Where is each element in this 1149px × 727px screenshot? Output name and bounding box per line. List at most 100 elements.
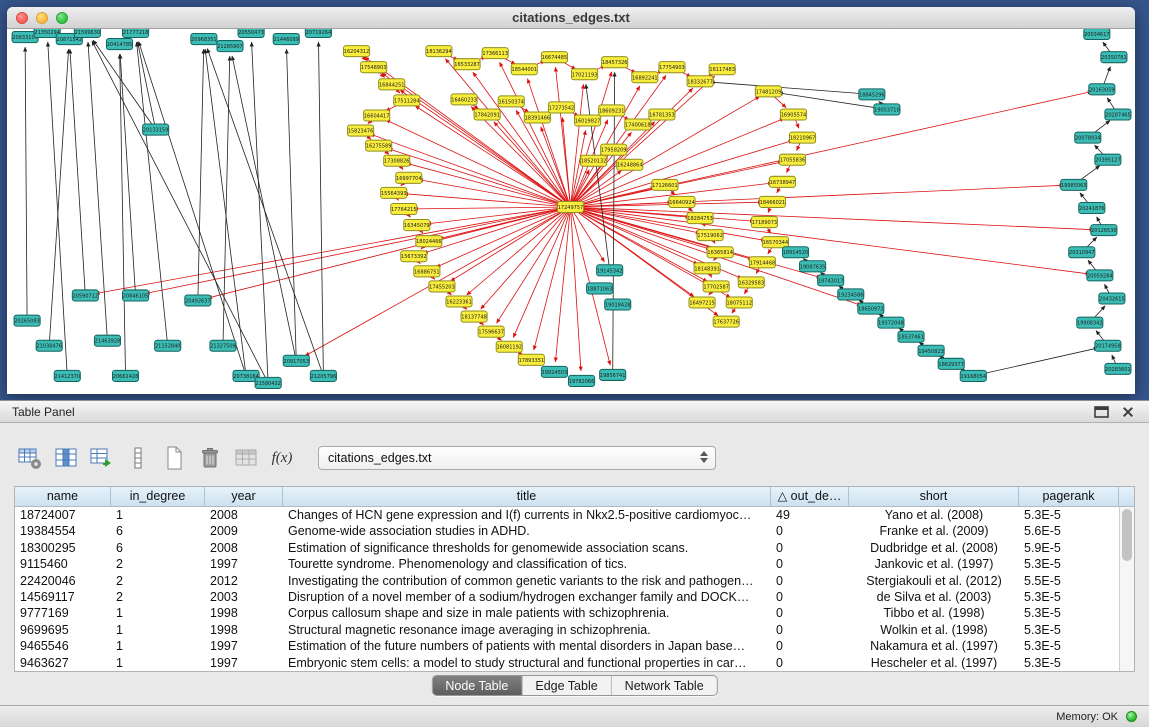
graph-node[interactable]: 18845296 (859, 89, 885, 100)
table-row[interactable]: 969969511998Structural magnetic resonanc… (15, 622, 1119, 638)
graph-node[interactable]: 16019827 (575, 115, 601, 126)
column-header[interactable]: short (849, 487, 1019, 506)
graph-node[interactable]: 18210967 (789, 132, 815, 143)
graph-node[interactable]: 18466021 (759, 196, 785, 207)
graph-node[interactable]: 17754903 (659, 62, 685, 73)
graph-node[interactable]: 17455203 (429, 281, 455, 292)
graph-node[interactable]: 20590712 (72, 290, 98, 301)
network-view-window[interactable]: citations_edges.txt 17249757162043121754… (7, 7, 1135, 394)
graph-node[interactable]: 16674485 (541, 52, 567, 63)
graph-node[interactable]: 17366113 (482, 48, 508, 59)
graph-node[interactable]: 16329583 (738, 277, 764, 288)
graph-node[interactable]: 19782066 (568, 375, 594, 386)
graph-node[interactable]: 17400618 (625, 119, 651, 130)
graph-node[interactable]: 19450823 (918, 345, 944, 356)
graph-node[interactable]: 20174958 (1095, 340, 1121, 351)
graph-node[interactable]: 17893351 (518, 354, 544, 365)
graph-node[interactable]: 19372048 (878, 317, 904, 328)
graph-node[interactable]: 16844251 (379, 79, 405, 90)
graph-node[interactable]: 19145342 (597, 265, 623, 276)
graph-node[interactable]: 20719264 (305, 29, 331, 38)
graph-node[interactable]: 18391466 (524, 112, 550, 123)
table-row[interactable]: 1938455462009Genome-wide association stu… (15, 523, 1119, 539)
tab-edge-table[interactable]: Edge Table (522, 676, 611, 695)
column-header[interactable]: in_degree (111, 487, 205, 506)
graph-node[interactable]: 18914520 (782, 247, 808, 258)
graph-node[interactable]: 15673392 (401, 251, 427, 262)
graph-node[interactable]: 17764215 (391, 203, 417, 214)
graph-node[interactable]: 21285907 (217, 41, 243, 52)
graph-node[interactable]: 17842091 (474, 109, 500, 120)
graph-node[interactable]: 20078934 (1075, 132, 1101, 143)
graph-node[interactable]: 18148391 (694, 263, 720, 274)
minimize-window-button[interactable] (36, 12, 48, 24)
graph-node[interactable]: 19856741 (600, 369, 626, 380)
graph-node[interactable]: 16117483 (709, 64, 735, 75)
graph-node[interactable]: 16604417 (364, 110, 390, 121)
graph-node[interactable]: 16886751 (414, 266, 440, 277)
close-panel-icon[interactable] (1121, 405, 1135, 419)
graph-node[interactable]: 20350781 (1101, 52, 1127, 63)
graph-node[interactable]: 17481209 (755, 86, 781, 97)
table-row[interactable]: 946554611997Estimation of the future num… (15, 638, 1119, 654)
graph-node[interactable]: 18137748 (461, 311, 487, 322)
graph-node[interactable]: 20550473 (238, 29, 264, 38)
graph-node[interactable]: 18284753 (687, 213, 713, 224)
table-select[interactable]: citations_edges.txt (318, 446, 716, 470)
graph-node[interactable]: 17126601 (652, 179, 678, 190)
graph-node[interactable]: 18629377 (938, 358, 964, 369)
table-row[interactable]: 977716911998Corpus callosum shape and si… (15, 605, 1119, 621)
graph-node[interactable]: 21038476 (36, 340, 62, 351)
graph-node[interactable]: 18544001 (511, 64, 537, 75)
tab-network-table[interactable]: Network Table (612, 676, 717, 695)
graph-node[interactable]: 18871063 (587, 283, 613, 294)
graph-node[interactable]: 20133159 (143, 124, 169, 135)
graph-node[interactable]: 16533287 (454, 59, 480, 70)
import-table-icon[interactable] (88, 444, 116, 472)
graph-node[interactable]: 17958209 (601, 144, 627, 155)
graph-node[interactable]: 16081192 (496, 341, 522, 352)
graph-node[interactable]: 16345079 (404, 220, 430, 231)
graph-node[interactable]: 17548903 (361, 62, 387, 73)
table-row[interactable]: 911546021997Tourette syndrome. Phenomeno… (15, 556, 1119, 572)
graph-node[interactable]: 18136294 (426, 46, 452, 57)
table-row[interactable]: 1830029562008Estimation of significance … (15, 540, 1119, 556)
graph-node[interactable]: 20241876 (1079, 202, 1105, 213)
graph-node[interactable]: 21327509 (210, 340, 236, 351)
graph-node[interactable]: 16204312 (343, 46, 369, 57)
graph-node[interactable]: 16905574 (780, 109, 806, 120)
tab-node-table[interactable]: Node Table (432, 676, 522, 695)
graph-node[interactable]: 16497215 (689, 297, 715, 308)
graph-node[interactable]: 16223361 (446, 296, 472, 307)
graph-node[interactable]: 20287465 (1105, 109, 1131, 120)
graph-node[interactable]: 16997704 (396, 172, 422, 183)
graph-node[interactable]: 19053710 (874, 104, 900, 115)
graph-node[interactable]: 18520132 (581, 155, 607, 166)
graph-node[interactable]: 21599630 (74, 29, 100, 38)
graph-node[interactable]: 17702587 (703, 281, 729, 292)
graph-node[interactable]: 20059284 (1087, 270, 1113, 281)
graph-node[interactable]: 16738947 (769, 176, 795, 187)
graph-node[interactable]: 16892241 (632, 72, 658, 83)
graph-node[interactable]: 20661428 (112, 370, 138, 381)
graph-node[interactable]: 20917053 (283, 355, 309, 366)
column-header[interactable]: name (15, 487, 111, 506)
delete-table-icon[interactable] (196, 444, 224, 472)
graph-node[interactable]: 19985063 (1061, 179, 1087, 190)
graph-node[interactable]: 16640924 (669, 196, 695, 207)
graph-node[interactable]: 20432615 (1099, 293, 1125, 304)
column-header[interactable]: pagerank (1019, 487, 1119, 506)
new-table-icon[interactable] (160, 444, 188, 472)
graph-node[interactable]: 19234586 (838, 289, 864, 300)
graph-node[interactable]: 18075112 (726, 297, 752, 308)
graph-node[interactable]: 18650972 (858, 303, 884, 314)
graph-node[interactable]: 17308826 (384, 155, 410, 166)
table-settings-icon[interactable] (16, 444, 44, 472)
graph-node[interactable]: 17021193 (572, 69, 598, 80)
graph-node[interactable]: 16460233 (451, 94, 477, 105)
graph-node[interactable]: 20492637 (185, 295, 211, 306)
graph-node[interactable]: 16570344 (762, 237, 788, 248)
graph-node[interactable]: 17596637 (478, 326, 504, 337)
graph-node[interactable]: 18609231 (599, 105, 625, 116)
table-disabled-icon[interactable] (232, 444, 260, 472)
